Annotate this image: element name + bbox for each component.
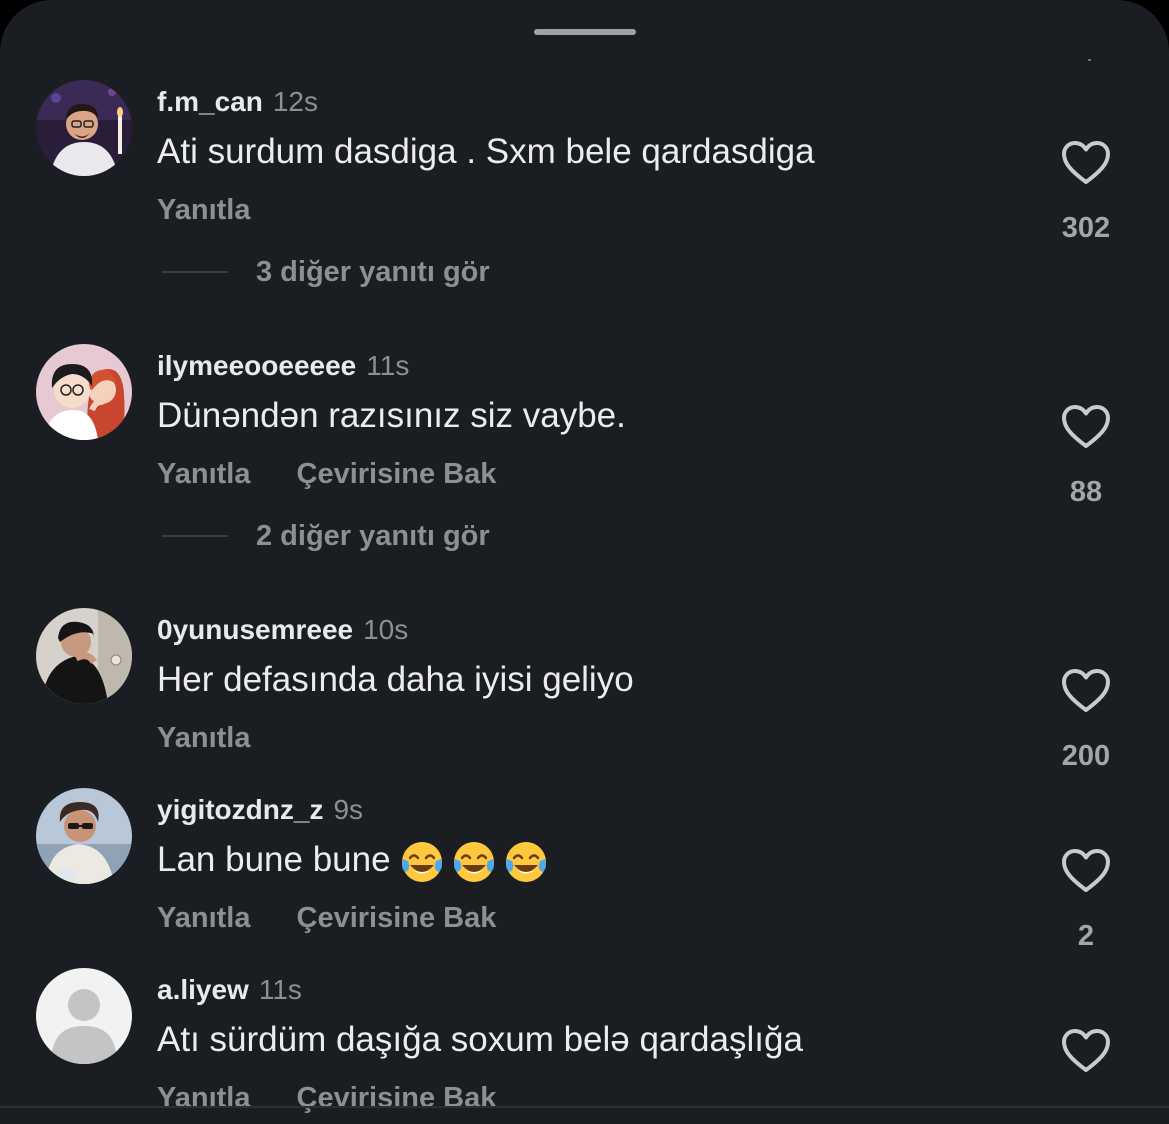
username[interactable]: a.liyew bbox=[157, 974, 249, 1005]
like-control: 2 bbox=[1052, 848, 1120, 954]
replies-divider bbox=[162, 271, 228, 273]
timestamp: 9s bbox=[333, 794, 364, 825]
replies-divider bbox=[162, 535, 228, 537]
heart-icon[interactable] bbox=[1061, 404, 1111, 450]
sheet-drag-handle[interactable] bbox=[534, 29, 636, 35]
timestamp: 11s bbox=[366, 350, 410, 381]
comment-header: f.m_can 12s bbox=[157, 84, 318, 125]
like-count: 200 bbox=[1061, 740, 1111, 772]
comment-text-line: Lan bune bune bbox=[157, 838, 555, 885]
avatar[interactable] bbox=[36, 608, 132, 704]
tears-of-joy-emoji-icon bbox=[453, 842, 494, 883]
translate-button[interactable]: Çevirisine Bak bbox=[297, 902, 497, 934]
comment-text: Dünəndən razısınız siz vaybe. bbox=[157, 396, 626, 435]
like-count: 88 bbox=[1069, 476, 1103, 508]
avatar[interactable] bbox=[36, 788, 132, 884]
username[interactable]: yigitozdnz_z bbox=[157, 794, 323, 825]
translate-button[interactable]: Çevirisine Bak bbox=[297, 1082, 497, 1114]
like-control bbox=[1052, 1028, 1120, 1074]
heart-icon[interactable] bbox=[1061, 668, 1111, 714]
reply-button[interactable]: Yanıtla bbox=[157, 722, 251, 754]
comment-actions: Yanıtla Çevirisine Bak bbox=[157, 1080, 496, 1121]
heart-icon[interactable] bbox=[1061, 1028, 1111, 1074]
view-more-replies-label: 2 diğer yanıtı gör bbox=[256, 520, 490, 552]
reply-button[interactable]: Yanıtla bbox=[157, 194, 251, 226]
like-count: 302 bbox=[1061, 212, 1111, 244]
view-more-replies-label: 3 diğer yanıtı gör bbox=[256, 256, 490, 288]
comment-header: ilymeeooeeeee 11s bbox=[157, 348, 409, 389]
comment-actions: Yanıtla bbox=[157, 192, 251, 233]
like-control: 88 bbox=[1052, 404, 1120, 510]
username[interactable]: f.m_can bbox=[157, 86, 263, 117]
comment-actions: Yanıtla Çevirisine Bak bbox=[157, 456, 496, 497]
tears-of-joy-emoji-icon bbox=[401, 842, 442, 883]
comment-header: 0yunusemreee 10s bbox=[157, 612, 408, 653]
view-more-replies[interactable]: 3 diğer yanıtı gör bbox=[162, 254, 490, 290]
scroll-indicator bbox=[1088, 59, 1091, 61]
avatar[interactable] bbox=[36, 968, 132, 1064]
reply-button[interactable]: Yanıtla bbox=[157, 1082, 251, 1114]
avatar[interactable] bbox=[36, 80, 132, 176]
like-control: 200 bbox=[1052, 668, 1120, 774]
comment-text: Lan bune bune bbox=[157, 840, 391, 879]
tears-of-joy-emoji-icon bbox=[505, 842, 546, 883]
username[interactable]: ilymeeooeeeee bbox=[157, 350, 356, 381]
heart-icon[interactable] bbox=[1061, 140, 1111, 186]
comment-actions: Yanıtla bbox=[157, 720, 251, 761]
bottom-divider bbox=[0, 1106, 1169, 1108]
comment-text: Ati surdum dasdiga . Sxm bele qardasdiga bbox=[157, 132, 815, 171]
like-control: 302 bbox=[1052, 140, 1120, 246]
username[interactable]: 0yunusemreee bbox=[157, 614, 353, 645]
comment-header: a.liyew 11s bbox=[157, 972, 302, 1013]
comment-header: yigitozdnz_z 9s bbox=[157, 792, 363, 833]
heart-icon[interactable] bbox=[1061, 848, 1111, 894]
comment-text: Her defasında daha iyisi geliyo bbox=[157, 660, 634, 699]
comment-text: Atı sürdüm daşığa soxum belə qardaşlığa bbox=[157, 1020, 803, 1059]
timestamp: 12s bbox=[272, 86, 318, 117]
timestamp: 10s bbox=[363, 614, 409, 645]
translate-button[interactable]: Çevirisine Bak bbox=[297, 458, 497, 490]
reply-button[interactable]: Yanıtla bbox=[157, 902, 251, 934]
comments-sheet: f.m_can 12s Ati surdum dasdiga . Sxm bele… bbox=[0, 0, 1169, 1124]
timestamp: 11s bbox=[258, 974, 302, 1005]
avatar[interactable] bbox=[36, 344, 132, 440]
like-count: 2 bbox=[1077, 920, 1095, 952]
comment-actions: Yanıtla Çevirisine Bak bbox=[157, 900, 496, 941]
emoji-group bbox=[399, 838, 555, 885]
view-more-replies[interactable]: 2 diğer yanıtı gör bbox=[162, 518, 490, 554]
reply-button[interactable]: Yanıtla bbox=[157, 458, 251, 490]
